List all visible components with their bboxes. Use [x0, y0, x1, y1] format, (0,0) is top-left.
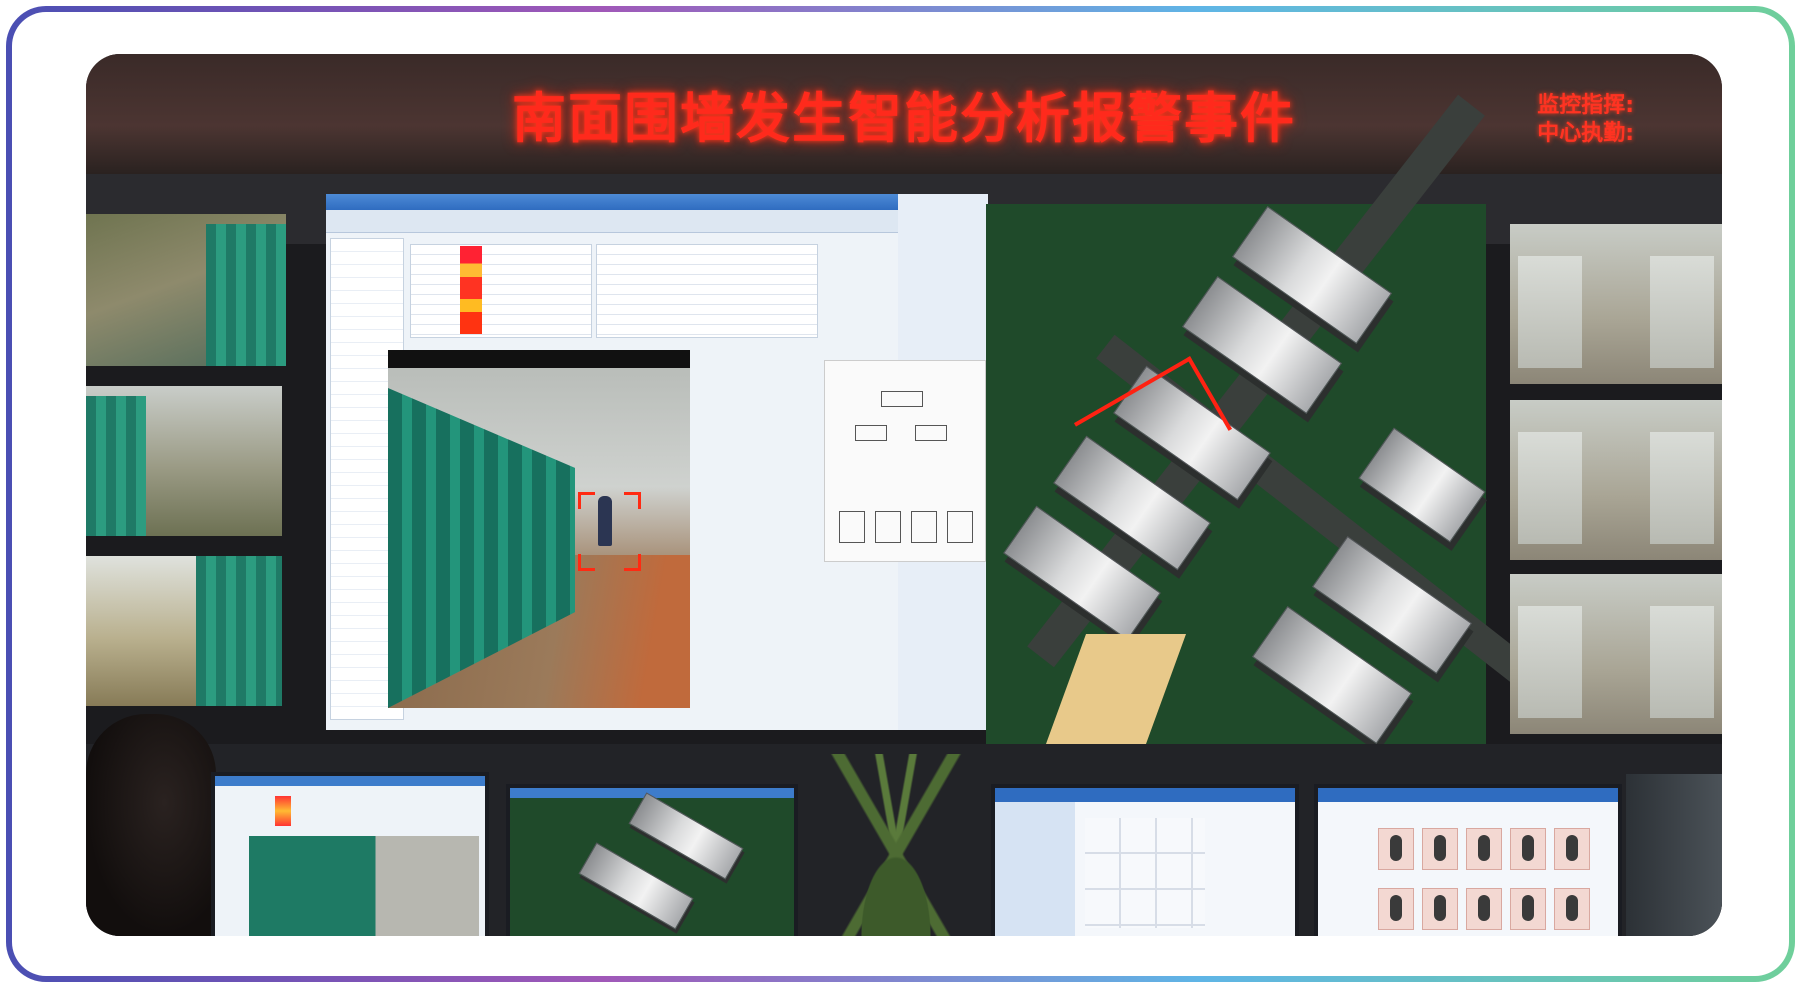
software-titlebar [326, 194, 906, 210]
led-side-line2: 中心执勤: [1537, 121, 1634, 146]
operator-head-silhouette [86, 714, 216, 936]
video-header-bar [388, 350, 690, 368]
process-flowchart-panel [824, 360, 986, 562]
desk-monitor-3-personnel-panel [991, 784, 1299, 936]
led-side-line1: 监控指挥: [1537, 93, 1634, 118]
alarm-event-table-right [596, 244, 818, 338]
right-camera-feed-2 [1510, 400, 1722, 560]
intruder-figure [598, 496, 612, 546]
alarm-level-column [460, 246, 482, 334]
left-camera-feed-3 [86, 556, 282, 706]
control-room-photo: 南面围墙发生智能分析报警事件 监控指挥: 中心执勤: [86, 54, 1722, 936]
desk-monitor-1-alarm-software [211, 772, 489, 936]
right-camera-feed-3 [1510, 574, 1722, 734]
desk-monitor-2-3d-map [506, 784, 798, 936]
right-side-equipment [1626, 774, 1722, 936]
left-camera-feed-1 [86, 214, 286, 366]
right-camera-feed-1 [1510, 224, 1722, 384]
map-building [1358, 427, 1486, 543]
alarm-management-software-window [326, 194, 906, 730]
left-camera-feed-2 [86, 386, 282, 536]
3d-campus-map-display [986, 94, 1556, 744]
software-toolbar [326, 210, 906, 233]
alarm-video-snapshot [388, 368, 690, 708]
led-banner-side-text: 监控指挥: 中心执勤: [1537, 92, 1634, 148]
desk-monitor-4-personnel-photos [1314, 784, 1622, 936]
potted-plant [816, 754, 976, 936]
alarm-event-table [410, 244, 592, 338]
